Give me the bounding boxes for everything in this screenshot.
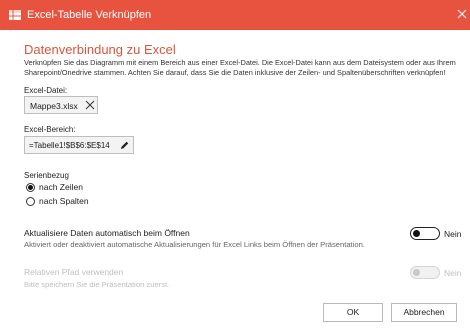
relative-path-state: Nein [444, 268, 462, 278]
series-label: Serienbezug [24, 171, 69, 180]
radio-checked-icon[interactable] [26, 183, 35, 192]
table-link-icon [9, 10, 21, 20]
description-text: Verknüpfen Sie das Diagramm mit einem Be… [24, 58, 456, 77]
close-button[interactable] [452, 0, 470, 30]
window-title: Excel-Tabelle Verknüpfen [27, 9, 152, 21]
pencil-icon[interactable] [119, 140, 130, 151]
file-label: Excel-Datei: [24, 86, 68, 95]
relative-path-toggle [410, 266, 440, 279]
auto-update-subtitle: Aktiviert oder deaktiviert automatische … [24, 240, 365, 249]
ok-button[interactable]: OK [323, 303, 383, 322]
remove-file-icon[interactable] [85, 100, 95, 110]
page-heading: Datenverbindung zu Excel [24, 42, 176, 57]
file-name: Mappe3.xlsx [30, 101, 78, 111]
range-field[interactable]: =Tabelle1!$B$6:$E$14 [24, 136, 134, 154]
radio-by-columns-label: nach Spalten [39, 196, 89, 206]
auto-update-toggle[interactable] [410, 227, 440, 240]
toggle-knob [413, 269, 420, 276]
range-label: Excel-Bereich: [24, 125, 76, 134]
relative-path-title: Relativen Pfad verwenden [24, 267, 124, 277]
relative-path-subtitle: Bitte speichern Sie die Präsentation zue… [24, 280, 170, 289]
close-icon [457, 9, 467, 19]
radio-by-rows-label: nach Zeilen [39, 182, 83, 192]
cancel-button[interactable]: Abbrechen [391, 303, 457, 322]
range-value: =Tabelle1!$B$6:$E$14 [29, 141, 110, 150]
toggle-knob [413, 230, 420, 237]
auto-update-title: Aktualisiere Daten automatisch beim Öffn… [24, 228, 190, 238]
radio-unchecked-icon[interactable] [26, 197, 35, 206]
auto-update-state: Nein [444, 229, 462, 239]
title-bar: Excel-Tabelle Verknüpfen [0, 0, 470, 30]
file-field[interactable]: Mappe3.xlsx [24, 96, 98, 114]
